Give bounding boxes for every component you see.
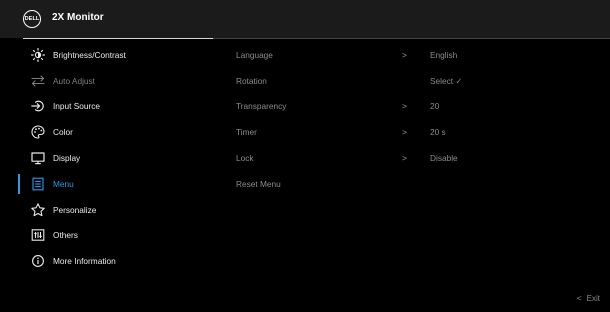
menu-item-label: Color — [53, 127, 73, 138]
color-palette-icon — [30, 124, 46, 140]
menu-item-others[interactable]: Others — [0, 223, 215, 249]
submenu-item-name: Timer — [236, 127, 257, 138]
submenu-item-name: Reset Menu — [236, 178, 281, 189]
submenu-item-language[interactable]: Language > English — [236, 42, 596, 68]
input-source-icon — [30, 98, 46, 114]
menu-item-label: Others — [53, 230, 78, 241]
exit-label: Exit — [586, 293, 600, 303]
osd-title: 2X Monitor — [52, 12, 104, 23]
chevron-left-icon: < — [576, 293, 582, 303]
brightness-icon — [30, 47, 46, 63]
info-icon — [30, 253, 46, 269]
header-divider-active — [23, 38, 213, 39]
exit-button[interactable]: < Exit — [577, 293, 600, 303]
menu-item-personalize[interactable]: Personalize — [0, 197, 215, 223]
chevron-right-icon: > — [402, 101, 407, 112]
star-icon — [30, 202, 46, 218]
submenu-item-name: Language — [236, 49, 273, 60]
menu-item-label: Personalize — [53, 204, 97, 215]
logo-text: DELL — [24, 16, 40, 22]
submenu-item-name: Transparency — [236, 101, 287, 112]
submenu-item-value: English — [430, 49, 458, 60]
submenu-item-value: Select ✓ — [430, 75, 463, 86]
submenu-item-timer[interactable]: Timer > 20 s — [236, 119, 596, 145]
menu-item-color[interactable]: Color — [0, 119, 215, 145]
osd-header: DELL 2X Monitor — [0, 0, 610, 38]
chevron-right-icon: > — [402, 153, 407, 164]
chevron-right-icon: > — [402, 127, 407, 138]
menu-item-menu[interactable]: Menu — [0, 171, 215, 197]
submenu-item-value: Disable — [430, 153, 458, 164]
submenu-item-name: Lock — [236, 153, 254, 164]
submenu-item-name: Rotation — [236, 75, 267, 86]
menu-item-label: Input Source — [53, 101, 101, 112]
menu-item-more-information[interactable]: More Information — [0, 248, 215, 274]
display-icon — [30, 150, 46, 166]
main-menu: Brightness/Contrast Auto Adjust Input So… — [0, 42, 215, 274]
submenu-item-transparency[interactable]: Transparency > 20 — [236, 94, 596, 120]
submenu: Language > English Rotation Select ✓ Tra… — [236, 42, 596, 197]
menu-item-input-source[interactable]: Input Source — [0, 94, 215, 120]
submenu-item-value: 20 s — [430, 127, 446, 138]
menu-item-label: More Information — [53, 256, 116, 267]
submenu-item-rotation[interactable]: Rotation Select ✓ — [236, 68, 596, 94]
menu-item-label: Brightness/Contrast — [53, 49, 126, 60]
header-divider — [213, 38, 610, 39]
menu-item-label: Display — [53, 153, 81, 164]
others-icon — [30, 227, 46, 243]
submenu-item-value: 20 — [430, 101, 440, 112]
auto-adjust-icon — [30, 73, 46, 89]
menu-item-label: Auto Adjust — [53, 75, 95, 86]
selection-indicator — [18, 173, 20, 194]
submenu-item-lock[interactable]: Lock > Disable — [236, 145, 596, 171]
menu-item-auto-adjust[interactable]: Auto Adjust — [0, 68, 215, 94]
menu-item-display[interactable]: Display — [0, 145, 215, 171]
submenu-item-reset-menu[interactable]: Reset Menu — [236, 171, 596, 197]
menu-icon — [30, 176, 46, 192]
menu-item-label: Menu — [53, 178, 74, 189]
dell-logo: DELL — [23, 10, 41, 28]
monitor-osd: DELL 2X Monitor Brightness/Contrast Auto… — [0, 0, 610, 312]
menu-item-brightness-contrast[interactable]: Brightness/Contrast — [0, 42, 215, 68]
chevron-right-icon: > — [402, 49, 407, 60]
